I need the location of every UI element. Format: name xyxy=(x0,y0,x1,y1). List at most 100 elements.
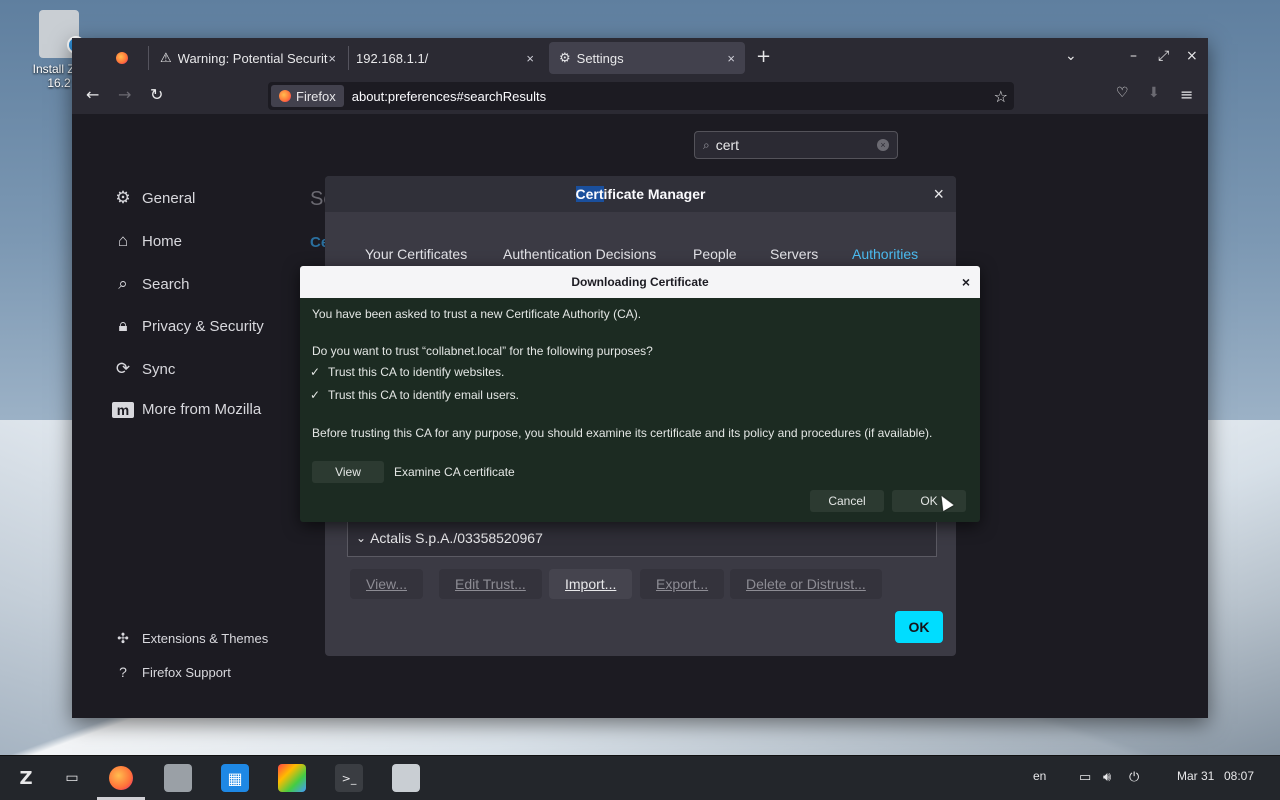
chevron-down-icon[interactable]: ⌄ xyxy=(356,531,366,545)
import-button[interactable]: Import... xyxy=(549,569,633,599)
minimize-button[interactable]: – xyxy=(1130,48,1137,64)
close-icon[interactable]: × xyxy=(962,266,970,298)
tab-your-certificates[interactable]: Your Certificates xyxy=(365,246,467,262)
sidebar-item-label: Privacy & Security xyxy=(142,317,264,335)
volume-icon[interactable]: 🔊︎ xyxy=(1103,769,1111,785)
tab-close-button[interactable]: × xyxy=(526,51,534,66)
dialog-title: Downloading Certificate × xyxy=(300,266,980,298)
date-label[interactable]: Mar 31 xyxy=(1177,769,1214,783)
screen-icon[interactable]: ▭ xyxy=(1079,769,1091,785)
title-rest: ificate Manager xyxy=(603,186,706,202)
time-label[interactable]: 08:07 xyxy=(1224,769,1254,783)
ok-button[interactable]: OK xyxy=(892,490,966,512)
zorin-menu-icon[interactable]: Z xyxy=(12,764,40,792)
clear-search-icon[interactable]: × xyxy=(877,139,889,151)
close-window-button[interactable]: × xyxy=(1186,48,1198,64)
downloading-certificate-dialog: Downloading Certificate × You have been … xyxy=(300,266,980,522)
maximize-button[interactable]: ⤢ xyxy=(1158,48,1169,64)
mozilla-icon: m xyxy=(112,401,134,418)
search-icon: ⌕ xyxy=(118,274,128,293)
tab-firefox-view[interactable] xyxy=(106,42,146,74)
tab-authentication-decisions[interactable]: Authentication Decisions xyxy=(503,246,656,262)
color-picker-icon[interactable] xyxy=(278,764,306,792)
sidebar-item-extensions[interactable]: ✣ Extensions & Themes xyxy=(112,630,268,647)
terminal-icon[interactable]: >_ xyxy=(335,764,363,792)
delete-distrust-button[interactable]: Delete or Distrust... xyxy=(730,569,882,599)
tab-authorities[interactable]: Authorities xyxy=(852,246,918,262)
store-icon[interactable]: ▦ xyxy=(221,764,249,792)
tab-bar: ⚠ Warning: Potential Securit × 192.168.1… xyxy=(72,38,1208,78)
tab-settings[interactable]: ⚙ Settings × xyxy=(549,42,745,74)
lock-icon: 🔒︎ xyxy=(118,316,128,335)
sync-icon: ⟳ xyxy=(115,359,131,378)
ok-button[interactable]: OK xyxy=(895,611,943,643)
search-value: cert xyxy=(715,137,740,153)
export-button[interactable]: Export... xyxy=(640,569,725,599)
checkbox-label: Trust this CA to identify websites. xyxy=(328,365,505,379)
firefox-icon[interactable] xyxy=(107,764,135,792)
puzzle-icon: ✣ xyxy=(117,630,129,646)
home-icon: ⌂ xyxy=(117,231,129,250)
menu-icon[interactable]: ≡ xyxy=(1180,85,1193,104)
checkbox-label: Trust this CA to identify email users. xyxy=(328,388,519,402)
sidebar-item-support[interactable]: ? Firefox Support xyxy=(112,664,231,680)
sidebar-item-home[interactable]: ⌂ Home xyxy=(112,231,182,251)
url-text: about:preferences#searchResults xyxy=(351,88,547,104)
bookmark-star-icon[interactable]: ☆ xyxy=(994,87,1008,106)
nav-bar: ← → ↻ Firefox about:preferences#searchRe… xyxy=(72,78,1208,115)
edit-trust-button[interactable]: Edit Trust... xyxy=(439,569,542,599)
dialog-title: Certificate Manager × xyxy=(325,176,956,212)
taskbar: Z ▭ ▦ >_ en ▭ 🔊︎ ⏻ Mar 31 08:07 xyxy=(0,755,1280,800)
tab-label: 192.168.1.1/ xyxy=(356,50,429,66)
check-icon: ✓ xyxy=(310,365,321,379)
workspace-icon[interactable]: ▭ xyxy=(58,764,86,792)
downloads-icon[interactable]: ⬇ xyxy=(1148,85,1160,101)
sidebar-item-search[interactable]: ⌕ Search xyxy=(112,274,190,294)
tab-servers[interactable]: Servers xyxy=(770,246,818,262)
files-icon[interactable] xyxy=(164,764,192,792)
close-icon[interactable]: × xyxy=(933,176,944,212)
firefox-icon xyxy=(116,52,128,64)
examine-label: Examine CA certificate xyxy=(394,465,515,479)
reload-button[interactable]: ↻ xyxy=(150,85,163,104)
pocket-icon[interactable]: ♡ xyxy=(1116,85,1129,101)
sidebar-item-label: Extensions & Themes xyxy=(142,631,269,646)
trust-email-checkbox[interactable]: ✓ Trust this CA to identify email users. xyxy=(310,388,519,402)
warning-icon: ⚠ xyxy=(160,50,172,65)
firefox-icon xyxy=(279,90,291,102)
settings-search-input[interactable]: ⌕ cert × xyxy=(694,131,898,159)
power-icon[interactable]: ⏻ xyxy=(1129,769,1139,785)
sidebar-item-label: Sync xyxy=(142,360,176,378)
tab-close-button[interactable]: × xyxy=(727,51,735,66)
installer-icon[interactable] xyxy=(392,764,420,792)
certificate-row[interactable]: ⌄ Actalis S.p.A./03358520967 xyxy=(347,519,937,557)
tab-router[interactable]: 192.168.1.1/ × xyxy=(348,42,544,74)
sidebar-item-label: Search xyxy=(142,275,190,293)
sidebar-item-label: More from Mozilla xyxy=(142,401,262,418)
advice-text: Before trusting this CA for any purpose,… xyxy=(312,426,933,440)
sidebar-item-general[interactable]: ⚙ General xyxy=(112,188,195,208)
new-tab-button[interactable]: + xyxy=(756,46,771,67)
language-indicator[interactable]: en xyxy=(1033,769,1046,783)
cancel-button[interactable]: Cancel xyxy=(810,490,884,512)
sidebar-item-privacy[interactable]: 🔒︎ Privacy & Security xyxy=(112,316,264,336)
forward-button[interactable]: → xyxy=(118,85,131,104)
dialog-title-text: Downloading Certificate xyxy=(571,275,709,289)
identity-badge[interactable]: Firefox xyxy=(271,85,344,107)
trust-websites-checkbox[interactable]: ✓ Trust this CA to identify websites. xyxy=(310,365,504,379)
sidebar-item-label: Firefox Support xyxy=(142,664,231,680)
question-text: Do you want to trust “collabnet.local” f… xyxy=(312,344,653,358)
view-ca-button[interactable]: View xyxy=(312,461,384,483)
tab-people[interactable]: People xyxy=(693,246,737,262)
list-tabs-button[interactable]: ⌄ xyxy=(1065,48,1077,64)
view-button[interactable]: View... xyxy=(350,569,423,599)
sidebar-item-sync[interactable]: ⟳ Sync xyxy=(112,359,175,379)
back-button[interactable]: ← xyxy=(86,85,99,104)
url-bar[interactable]: Firefox about:preferences#searchResults … xyxy=(268,82,1014,110)
certificate-name: Actalis S.p.A./03358520967 xyxy=(370,530,543,546)
url-badge-label: Firefox xyxy=(296,88,336,104)
sidebar-item-label: General xyxy=(142,189,196,207)
tab-warning[interactable]: ⚠ Warning: Potential Securit × xyxy=(150,42,346,74)
sidebar-item-mozilla[interactable]: m More from Mozilla xyxy=(112,401,261,418)
tab-close-button[interactable]: × xyxy=(328,51,336,66)
